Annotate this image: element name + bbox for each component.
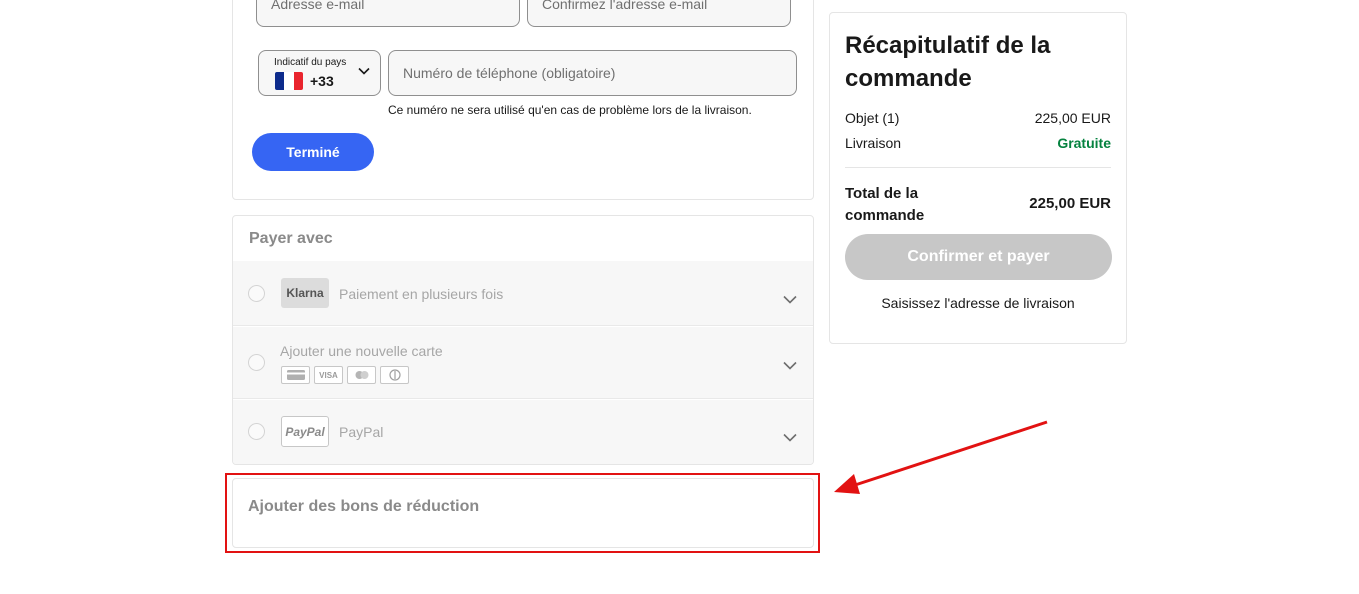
chevron-down-icon	[358, 67, 370, 75]
paypal-label: PayPal	[339, 424, 384, 440]
email-confirm-placeholder: Confirmez l'adresse e-mail	[542, 0, 708, 12]
chevron-down-icon[interactable]	[783, 295, 797, 304]
total-value: 225,00 EUR	[1029, 195, 1111, 212]
shipping-label: Livraison	[845, 135, 902, 151]
shipping-address-hint: Saisissez l'adresse de livraison	[881, 295, 1075, 311]
contact-info-card: Adresse e-mail Confirmez l'adresse e-mai…	[232, 0, 814, 200]
shipping-value: Gratuite	[1057, 135, 1111, 151]
radio-button[interactable]	[248, 285, 265, 302]
total-label: Total de la commande	[845, 185, 925, 224]
annotation-highlight-box	[225, 473, 820, 553]
phone-hint: Ce numéro ne sera utilisé qu'en cas de p…	[388, 103, 752, 117]
country-code-value: +33	[310, 73, 334, 89]
credit-card-icon	[281, 366, 310, 384]
order-summary-card: Récapitulatif de la commande Objet (1) 2…	[829, 12, 1127, 344]
card-icons: VISA	[281, 366, 409, 384]
paypal-logo: PayPal	[281, 416, 329, 447]
phone-input[interactable]: Numéro de téléphone (obligatoire)	[388, 50, 797, 96]
summary-title: Récapitulatif de la commande	[845, 32, 1051, 92]
item-value: 225,00 EUR	[1034, 110, 1111, 126]
annotation-arrow-icon	[834, 420, 1048, 494]
confirm-and-pay-button[interactable]: Confirmer et payer	[845, 234, 1112, 280]
country-code-select[interactable]: Indicatif du pays +33	[258, 50, 381, 96]
mastercard-icon	[347, 366, 376, 384]
email-confirm-field[interactable]: Confirmez l'adresse e-mail	[527, 0, 791, 27]
email-field[interactable]: Adresse e-mail	[256, 0, 520, 27]
card-label: Ajouter une nouvelle carte	[280, 343, 443, 359]
diners-club-icon	[380, 366, 409, 384]
divider	[845, 167, 1111, 168]
france-flag-icon	[275, 72, 303, 90]
item-label: Objet (1)	[845, 110, 900, 126]
klarna-logo: Klarna	[281, 278, 329, 308]
phone-placeholder: Numéro de téléphone (obligatoire)	[403, 65, 616, 81]
chevron-down-icon[interactable]	[783, 361, 797, 370]
payment-title: Payer avec	[249, 230, 333, 247]
klarna-label: Paiement en plusieurs fois	[339, 286, 504, 302]
radio-button[interactable]	[248, 354, 265, 371]
payment-option-paypal[interactable]: PayPal PayPal	[233, 400, 813, 464]
payment-methods-card: Payer avec Klarna Paiement en plusieurs …	[232, 215, 814, 465]
visa-icon: VISA	[314, 366, 343, 384]
payment-option-card[interactable]: Ajouter une nouvelle carte VISA	[233, 327, 813, 399]
radio-button[interactable]	[248, 423, 265, 440]
done-button[interactable]: Terminé	[252, 133, 374, 171]
country-code-label: Indicatif du pays	[274, 57, 347, 68]
chevron-down-icon[interactable]	[783, 433, 797, 442]
payment-option-klarna[interactable]: Klarna Paiement en plusieurs fois	[233, 261, 813, 326]
email-placeholder: Adresse e-mail	[271, 0, 365, 12]
